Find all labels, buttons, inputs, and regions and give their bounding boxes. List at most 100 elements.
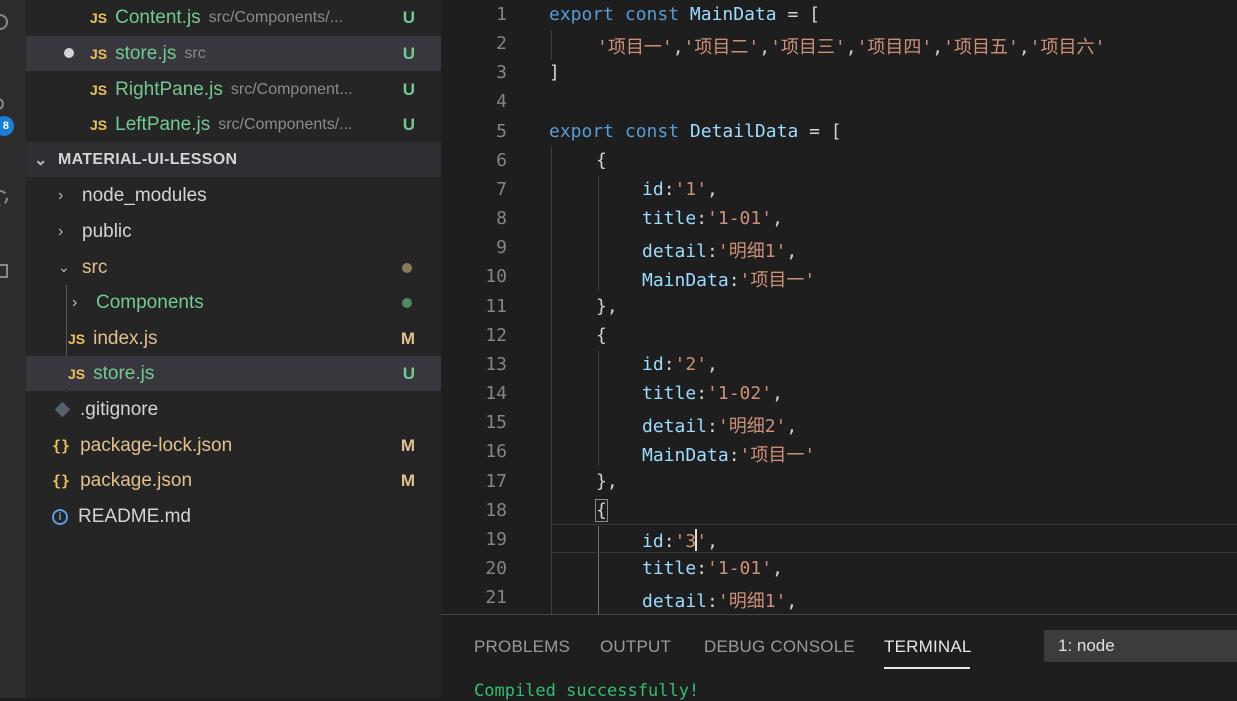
tree-file-store-js[interactable]: JS store.js U — [26, 356, 441, 391]
line-number: 13 — [485, 354, 507, 375]
property-key: detail — [642, 241, 708, 262]
code-line-15: detail:'明细2', — [642, 416, 798, 437]
tree-folder-components[interactable]: › Components — [26, 285, 441, 320]
unsaved-dot-icon[interactable] — [64, 48, 74, 58]
code-line-6: { — [596, 150, 607, 171]
search-icon[interactable] — [0, 14, 8, 30]
open-editor-item[interactable]: JS Content.js src/Components/... U — [26, 0, 441, 35]
explorer-sidebar: JS Content.js src/Components/... U JS st… — [26, 0, 441, 698]
keyword: const — [624, 4, 680, 25]
identifier: DetailData — [689, 121, 799, 142]
json-braces-icon: {} — [52, 436, 71, 455]
identifier: MainData — [689, 4, 777, 25]
line-number: 3 — [496, 62, 507, 83]
open-editor-item[interactable]: JS RightPane.js src/Component... U — [26, 72, 441, 107]
keyword: const — [624, 121, 680, 142]
tree-file-gitignore[interactable]: .gitignore — [26, 392, 441, 427]
code-editor[interactable]: 1 2 3 4 5 6 7 8 9 10 11 12 13 14 15 16 1… — [441, 0, 1237, 614]
untracked-dot-icon — [402, 298, 412, 308]
tab-problems[interactable]: PROBLEMS — [474, 637, 570, 657]
source-control-icon[interactable] — [0, 98, 4, 110]
debug-icon[interactable] — [0, 190, 8, 206]
code-line-5: export const DetailData = [ — [549, 121, 842, 142]
source-control-badge: 8 — [0, 116, 14, 136]
js-file-icon: JS — [90, 116, 108, 133]
property-key: title — [642, 383, 697, 404]
tab-debug-console[interactable]: DEBUG CONSOLE — [704, 637, 855, 657]
chevron-right-icon: › — [72, 293, 78, 311]
git-status: U — [402, 7, 415, 27]
code-line-17: }, — [596, 471, 618, 492]
tab-output[interactable]: OUTPUT — [600, 637, 671, 657]
keyword: export — [549, 121, 615, 142]
tree-file-index-js[interactable]: JS index.js M — [26, 321, 441, 356]
file-name: store.js — [115, 42, 177, 64]
open-editor-item[interactable]: JS store.js src U — [26, 36, 441, 71]
bottom-panel: PROBLEMS OUTPUT DEBUG CONSOLE TERMINAL 1… — [441, 614, 1237, 701]
file-name: index.js — [93, 327, 158, 349]
line-number: 14 — [485, 383, 507, 404]
code-line-21: detail:'明细1', — [642, 591, 798, 612]
info-icon: i — [52, 508, 68, 525]
property-key: title — [642, 558, 697, 579]
tree-file-package-lock[interactable]: {} package-lock.json M — [26, 428, 441, 463]
string: '3 — [674, 531, 697, 552]
tree-file-readme[interactable]: i README.md — [26, 499, 441, 534]
line-number: 6 — [496, 150, 507, 171]
code-line-1: export const MainData = [ — [549, 4, 820, 25]
code-line-18: { — [595, 499, 608, 522]
string: '项目五' — [943, 37, 1019, 58]
property-key: detail — [642, 591, 708, 612]
indent-guide — [551, 30, 552, 60]
property-key: detail — [642, 416, 708, 437]
code-line-10: MainData:'项目一' — [642, 270, 816, 291]
string: ' — [696, 531, 708, 552]
line-number: 1 — [496, 4, 507, 25]
tree-folder-node-modules[interactable]: › node_modules — [26, 178, 441, 213]
line-number: 5 — [496, 121, 507, 142]
tree-file-package-json[interactable]: {} package.json M — [26, 463, 441, 498]
file-path: src/Component... — [230, 80, 353, 98]
folder-name: public — [82, 220, 132, 242]
project-section-header[interactable]: ⌄ MATERIAL-UI-LESSON — [26, 142, 441, 177]
string: '项目一' — [739, 270, 816, 291]
js-file-icon: JS — [90, 45, 108, 62]
line-number: 15 — [485, 412, 507, 433]
indent-guide — [598, 351, 599, 466]
tab-terminal[interactable]: TERMINAL — [884, 637, 972, 657]
property-key: MainData — [642, 445, 729, 466]
string: '1' — [674, 179, 708, 200]
line-number: 21 — [485, 587, 507, 608]
terminal-select[interactable]: 1: node — [1044, 630, 1237, 662]
string: '项目一' — [597, 37, 673, 58]
code-line-19: id:'3', — [642, 529, 718, 552]
code-line-12: { — [596, 325, 607, 346]
git-status: U — [402, 79, 415, 99]
property-key: title — [642, 208, 697, 229]
code-line-7: id:'1', — [642, 179, 718, 200]
line-number: 4 — [496, 91, 507, 112]
code-line-20: title:'1-01', — [642, 558, 783, 579]
file-path: src — [184, 44, 206, 62]
js-file-icon: JS — [90, 9, 108, 26]
folder-name: src — [82, 256, 108, 278]
chevron-right-icon: › — [58, 222, 64, 240]
file-name: package-lock.json — [80, 434, 233, 456]
tree-folder-public[interactable]: › public — [26, 214, 441, 249]
line-number: 12 — [485, 325, 507, 346]
git-diamond-icon — [54, 401, 71, 418]
code-line-14: title:'1-02', — [642, 383, 783, 404]
string: '项目六' — [1029, 37, 1106, 58]
js-file-icon: JS — [68, 330, 86, 347]
project-title: MATERIAL-UI-LESSON — [58, 150, 238, 168]
tree-folder-src[interactable]: ⌄ src — [26, 250, 441, 285]
string: '1-02' — [707, 383, 773, 404]
line-number: 9 — [496, 237, 507, 258]
active-tab-underline — [884, 667, 970, 669]
string: '明细2' — [717, 416, 787, 437]
git-status: M — [400, 328, 415, 348]
git-status: U — [402, 363, 415, 383]
extensions-icon[interactable] — [0, 264, 8, 278]
open-editor-item[interactable]: JS LeftPane.js src/Components/... U — [26, 107, 441, 142]
line-number: 10 — [485, 266, 507, 287]
